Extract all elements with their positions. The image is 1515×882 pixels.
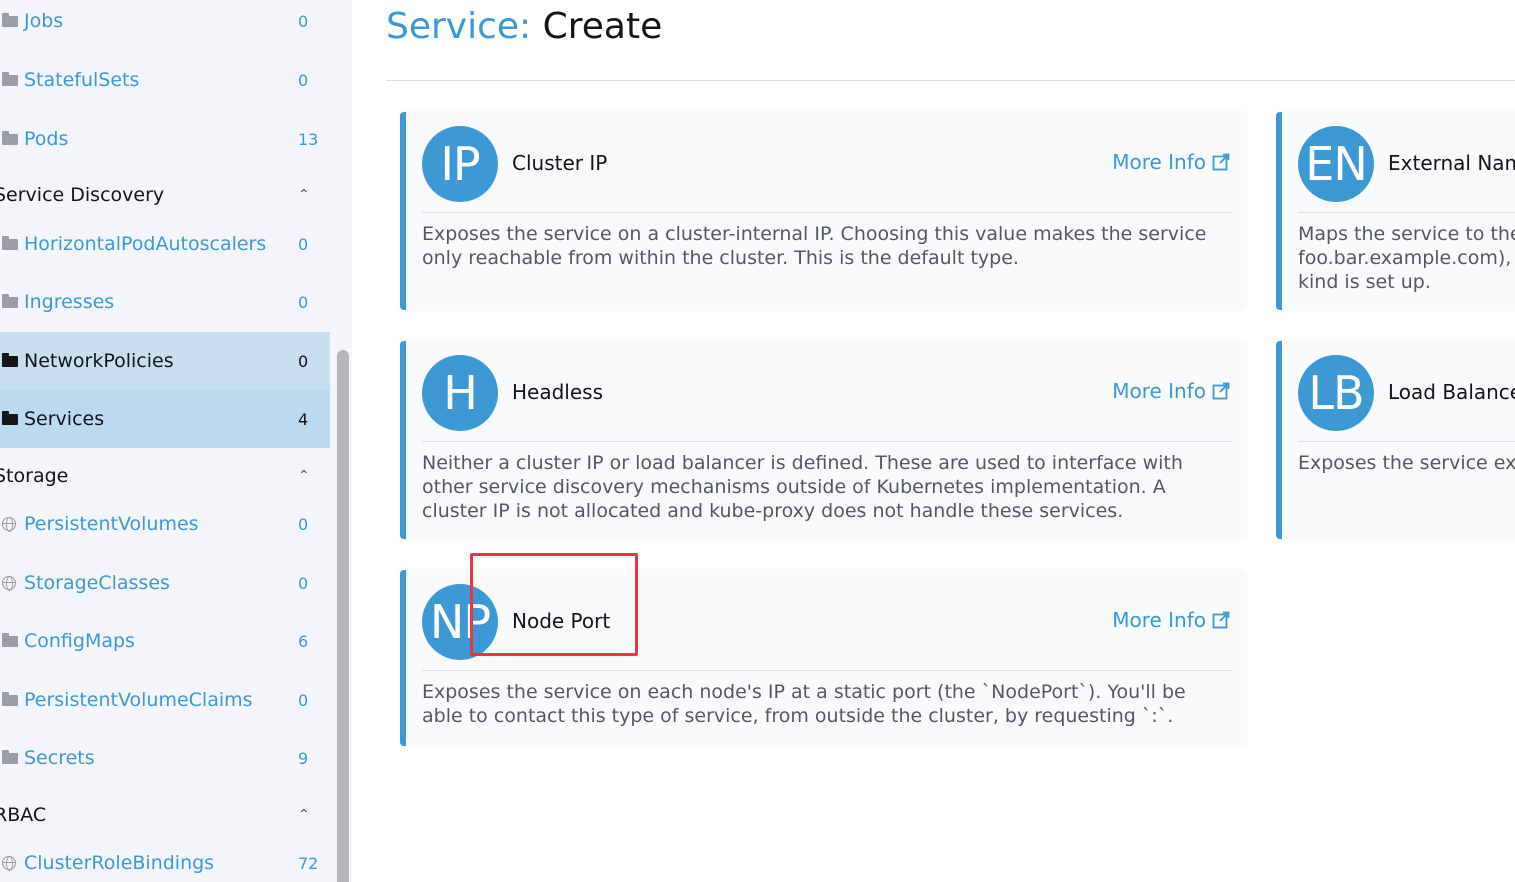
chevron-up-icon: ⌃ (298, 187, 310, 203)
sidebar-item-count: 72 (298, 853, 319, 873)
card-title: Headless (512, 380, 603, 404)
external-link-icon (1212, 611, 1230, 629)
sidebar-group-label: Storage (0, 465, 69, 487)
sidebar-item-clusterrolebindings[interactable]: ClusterRoleBindings 72 (0, 834, 330, 882)
more-info-link[interactable]: More Info (1112, 150, 1230, 174)
sidebar-group-rbac[interactable]: RBAC ⌃ (0, 795, 330, 835)
sidebar-item-count: 13 (298, 129, 319, 149)
sidebar-item-jobs[interactable]: Jobs 0 (0, 0, 330, 50)
folder-icon (2, 71, 18, 86)
service-type-card-external-name[interactable]: EN External Nam Maps the service to the … (1276, 112, 1515, 310)
page-title: Service: Create (386, 6, 662, 47)
service-type-card-cluster-ip[interactable]: IP Cluster IP More Info Exposes the serv… (400, 112, 1246, 310)
sidebar-item-label: PersistentVolumeClaims (24, 689, 253, 711)
card-description: Exposes the service on a cluster-interna… (422, 223, 1207, 269)
folder-icon (2, 352, 18, 367)
sidebar-item-count: 0 (298, 292, 309, 312)
sidebar-item-ingresses[interactable]: Ingresses 0 (0, 273, 330, 331)
sidebar-item-persistentvolumes[interactable]: PersistentVolumes 0 (0, 495, 330, 553)
folder-icon (2, 12, 18, 27)
sidebar-item-count: 4 (298, 409, 309, 429)
card-divider (1298, 212, 1515, 213)
chevron-up-icon: ⌃ (298, 807, 310, 823)
sidebar-item-count: 0 (298, 573, 309, 593)
card-title: Load Balance (1388, 380, 1515, 404)
sidebar-item-label: ConfigMaps (24, 630, 135, 652)
card-description: Neither a cluster IP or load balancer is… (422, 452, 1183, 522)
sidebar-item-count: 0 (298, 690, 309, 710)
external-link-icon (1212, 382, 1230, 400)
sidebar-item-label: Secrets (24, 747, 95, 769)
sidebar-item-configmaps[interactable]: ConfigMaps 6 (0, 612, 330, 670)
card-description: Exposes the service ext (1298, 452, 1515, 474)
globe-icon (2, 576, 16, 591)
card-divider (1298, 441, 1515, 442)
sidebar-item-count: 0 (298, 514, 309, 534)
sidebar-group-storage[interactable]: Storage ⌃ (0, 456, 330, 496)
sidebar-item-statefulsets[interactable]: StatefulSets 0 (0, 51, 330, 109)
folder-icon (2, 130, 18, 145)
sidebar-item-horizontalpodautoscalers[interactable]: HorizontalPodAutoscalers 0 (0, 215, 330, 273)
service-type-card-headless[interactable]: H Headless More Info Neither a cluster I… (400, 341, 1246, 539)
sidebar-item-pods[interactable]: Pods 13 (0, 110, 330, 168)
more-info-label: More Info (1112, 150, 1206, 174)
card-description: Exposes the service on each node's IP at… (422, 681, 1186, 727)
highlight-box (470, 553, 638, 656)
sidebar-item-persistentvolumeclaims[interactable]: PersistentVolumeClaims 0 (0, 671, 330, 729)
sidebar-item-label: NetworkPolicies (24, 350, 174, 372)
more-info-label: More Info (1112, 608, 1206, 632)
avatar: LB (1298, 355, 1374, 431)
more-info-link[interactable]: More Info (1112, 608, 1230, 632)
sidebar-item-count: 0 (298, 11, 309, 31)
sidebar-item-count: 0 (298, 351, 309, 371)
page-title-prefix: Service: (386, 6, 532, 47)
service-type-card-load-balancer[interactable]: LB Load Balance Exposes the service ext (1276, 341, 1515, 539)
more-info-link[interactable]: More Info (1112, 379, 1230, 403)
sidebar-group-service-discovery[interactable]: Service Discovery ⌃ (0, 175, 330, 215)
folder-icon (2, 691, 18, 706)
card-divider (422, 212, 1232, 213)
sidebar-scrollbar[interactable] (337, 350, 349, 882)
card-divider (422, 670, 1232, 671)
sidebar-item-label: Ingresses (24, 291, 115, 313)
folder-icon (2, 632, 18, 647)
card-title: Cluster IP (512, 151, 608, 175)
card-description: Maps the service to the foo.bar.example.… (1298, 223, 1515, 293)
folder-icon (2, 235, 18, 250)
folder-icon (2, 410, 18, 425)
sidebar-item-label: PersistentVolumes (24, 513, 199, 535)
sidebar-item-label: Jobs (24, 10, 64, 32)
sidebar-item-label: StatefulSets (24, 69, 140, 91)
more-info-label: More Info (1112, 379, 1206, 403)
folder-icon (2, 749, 18, 764)
avatar: IP (422, 126, 498, 202)
sidebar-item-count: 6 (298, 631, 309, 651)
card-title: External Nam (1388, 151, 1515, 175)
sidebar-item-networkpolicies[interactable]: NetworkPolicies 0 (0, 332, 330, 390)
avatar: H (422, 355, 498, 431)
chevron-up-icon: ⌃ (298, 468, 310, 484)
page-title-action: Create (542, 6, 663, 47)
sidebar-item-secrets[interactable]: Secrets 9 (0, 729, 330, 787)
sidebar-item-count: 0 (298, 70, 309, 90)
sidebar-item-label: HorizontalPodAutoscalers (24, 233, 267, 255)
folder-icon (2, 293, 18, 308)
sidebar-item-storageclasses[interactable]: StorageClasses 0 (0, 554, 330, 612)
external-link-icon (1212, 153, 1230, 171)
sidebar-item-services[interactable]: Services 4 (0, 390, 330, 448)
globe-icon (2, 856, 16, 871)
sidebar: Jobs 0 StatefulSets 0 Pods 13 Service Di… (0, 0, 352, 882)
sidebar-group-label: RBAC (0, 804, 47, 826)
sidebar-item-count: 9 (298, 748, 309, 768)
card-divider (422, 441, 1232, 442)
globe-icon (2, 517, 16, 532)
sidebar-item-label: ClusterRoleBindings (24, 852, 215, 874)
avatar: EN (1298, 126, 1374, 202)
sidebar-item-label: Services (24, 408, 105, 430)
sidebar-item-label: Pods (24, 128, 69, 150)
title-divider (386, 80, 1515, 81)
sidebar-group-label: Service Discovery (0, 184, 165, 206)
sidebar-item-label: StorageClasses (24, 572, 170, 594)
sidebar-item-count: 0 (298, 234, 309, 254)
